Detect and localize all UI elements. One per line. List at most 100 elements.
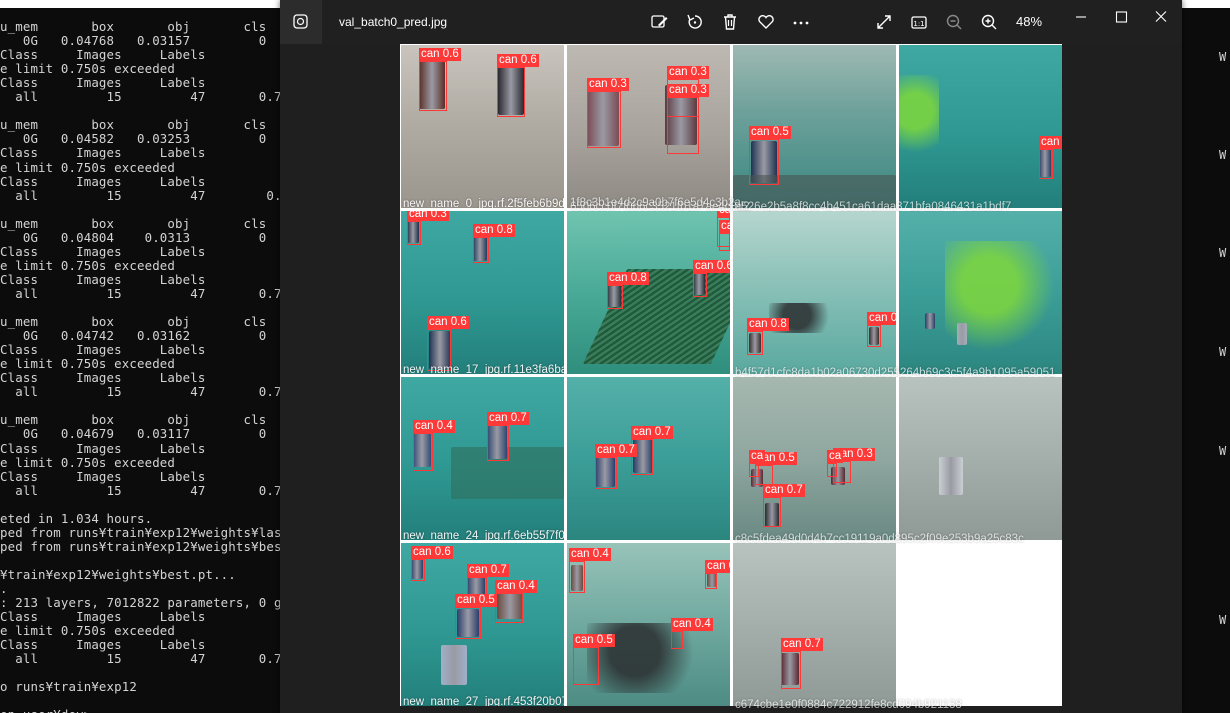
detection-box: can 0.7 (487, 412, 529, 461)
detection-label: can 0.3 (587, 78, 629, 91)
detection-label: can 0.5 (867, 312, 896, 325)
terminal-line: Class Images Labels P (0, 271, 280, 287)
overlapping-filename: 1f8c3b1e4d2c9a0b7f6e5d4c3b2a (570, 197, 741, 209)
terminal-line: 0G 0.04804 0.0313 0 (0, 229, 267, 245)
detection-label: can 0.5 (455, 594, 497, 607)
terminal-line: Class Images Labels P (0, 243, 280, 259)
thumbnail-cell: can 0.3 can 0.3 can 0.3 (567, 45, 730, 208)
terminal-line: all 15 47 0.761 (0, 285, 280, 301)
terminal-line: u_mem box obj cls l (0, 215, 267, 231)
maximize-icon[interactable] (1107, 8, 1135, 26)
terminal-line: Class Images Labels P (0, 342, 280, 358)
detection-label: can 0.3 (667, 84, 709, 97)
terminal-line: . (0, 581, 8, 596)
delete-icon[interactable] (719, 11, 741, 33)
svg-text:1:1: 1:1 (913, 20, 924, 28)
more-options-icon[interactable] (790, 11, 812, 33)
detection-box: can 0.3 (719, 220, 730, 251)
detection-box: can 0.5 (867, 312, 896, 347)
terminal-line: 0G 0.04768 0.03157 0 (0, 33, 267, 49)
terminal-line: Class Images Labels P (0, 637, 280, 653)
terminal-line: all 15 47 0.769 (0, 89, 280, 105)
title-bar: val_batch0_pred.jpg 1:1 48% (280, 0, 1182, 44)
terminal-line: eted in 1.034 hours. (0, 510, 153, 526)
thumbnail-cell: can 0.5 can 0.3 can 0.7 ca ca (733, 377, 896, 540)
detection-box: can 0.7 (781, 638, 823, 689)
edit-image-icon[interactable] (648, 11, 670, 33)
thumbnail-cell: can 0.5 (733, 45, 896, 208)
detection-box: can 0.8 (607, 272, 649, 309)
background-window-char: W (1219, 345, 1227, 359)
fullscreen-icon[interactable] (873, 11, 895, 33)
detection-label: can 0.6 (693, 260, 730, 273)
detection-box: ca (749, 450, 766, 477)
detection-box: can 0.6 (419, 48, 461, 111)
zoom-in-icon[interactable] (978, 11, 1000, 33)
rotate-icon[interactable] (684, 11, 706, 33)
thumbnail-filename: new_name_0_jpg.rf.2f5feb6b9d5b9c8e0390f6… (403, 198, 564, 208)
terminal-line: u_mem box obj cls l (0, 412, 267, 428)
detection-label: ca (749, 450, 766, 463)
minimize-icon[interactable] (1067, 8, 1095, 26)
thumbnail-cell (899, 377, 1062, 540)
detection-label: ca (827, 450, 844, 463)
overlapping-filename: b4f57d1cfc8da1b02a06730d255264b69c3c5f4a… (735, 367, 1056, 379)
detection-label: can 0.3 (719, 220, 730, 233)
thumbnail-cell: can 0.8can 0.6can 0.3can 0.3 (567, 211, 730, 374)
terminal-line: 0G 0.04679 0.03117 0 (0, 426, 267, 442)
detection-label: can 0.8 (747, 318, 789, 331)
terminal-line: all 15 47 0.749 (0, 651, 280, 667)
terminal-line: e limit 0.750s exceeded (0, 454, 176, 470)
detection-box: can 0.6 (693, 260, 730, 297)
can-object (925, 313, 935, 329)
detection-box: can 0.3 (587, 78, 629, 148)
detection-box: can 0.7 (763, 484, 805, 527)
zoom-out-icon[interactable] (943, 11, 965, 33)
terminal-line: u_mem box obj cls l (0, 117, 267, 133)
terminal-window: u_mem box obj cls l 0G 0.04768 0.03157 0… (0, 0, 280, 713)
can-object (939, 457, 963, 495)
background-window-char: W (1219, 148, 1227, 162)
terminal-line: Class Images Labels P (0, 370, 280, 386)
detection-label: can 0.8 (473, 224, 515, 237)
file-title: val_batch0_pred.jpg (339, 15, 448, 29)
detection-label: can 0.3 (705, 560, 730, 573)
detection-label: can 0.7 (631, 426, 673, 439)
detection-label: can 0.7 (487, 412, 529, 425)
background-window-char: W (1219, 444, 1227, 458)
detection-label: can 0.7 (467, 564, 509, 577)
thumbnail-cell: can 0.8 can 0.5 (733, 211, 896, 374)
photos-app-icon[interactable] (280, 0, 322, 44)
terminal-line: ¥train¥exp12¥weights¥best.pt... (0, 566, 236, 582)
thumbnail-cell: can (899, 45, 1062, 208)
thumbnail-cell: can 0.6 can 0.7 can 0.5 can 0.4 new_name_27_… (401, 543, 564, 706)
terminal-line: ped from runs¥train¥exp12¥weights¥last.p (0, 524, 280, 540)
thumbnail-cell: can 0.4 can 0.7 new_name_24_jpg.rf.6eb55f7… (401, 377, 564, 540)
detection-label: can 0.7 (781, 638, 823, 651)
background-window-char: W (1219, 50, 1227, 64)
zoom-level[interactable]: 48% (1016, 14, 1042, 29)
can-object (441, 645, 467, 685)
terminal-line: Class Images Labels P (0, 468, 280, 484)
detection-label: can 0.4 (495, 580, 537, 593)
terminal-line: Class Images Labels P (0, 47, 280, 63)
terminal-line: all 15 47 0.759 (0, 384, 280, 400)
detection-label: can 0.6 (419, 48, 461, 61)
detection-label: can 0.6 (411, 546, 453, 559)
terminal-line: Class Images Labels P (0, 145, 280, 161)
thumbnail-cell: can 0.7 (733, 543, 896, 706)
overlapping-filename: a526e2b5a8f8cc4b451ca61daa371bfa0846431a… (735, 201, 1012, 213)
detection-box: can 0.6 (497, 54, 539, 117)
actual-size-icon[interactable]: 1:1 (908, 11, 930, 33)
thumbnail-cell: can 0.7 can 0.7 (567, 377, 730, 540)
close-icon[interactable] (1147, 8, 1175, 26)
favorite-heart-icon[interactable] (755, 11, 777, 33)
detection-box: can 0.3 (407, 211, 449, 245)
detection-box: can 0.4 (495, 580, 537, 623)
terminal-line: Class Images Labels P (0, 173, 280, 189)
thumbnail-cell: can 0.6 can 0.6 new_name_0_jpg.rf.2f5feb6b… (401, 45, 564, 208)
grate-object (582, 269, 730, 364)
detection-box: can 0.5 (749, 126, 791, 185)
overlapping-filename: c8c5fdea49d0d4b7cc19119a0d895c2f09e253b9… (735, 533, 1024, 545)
detection-label: can 0.4 (671, 618, 713, 631)
